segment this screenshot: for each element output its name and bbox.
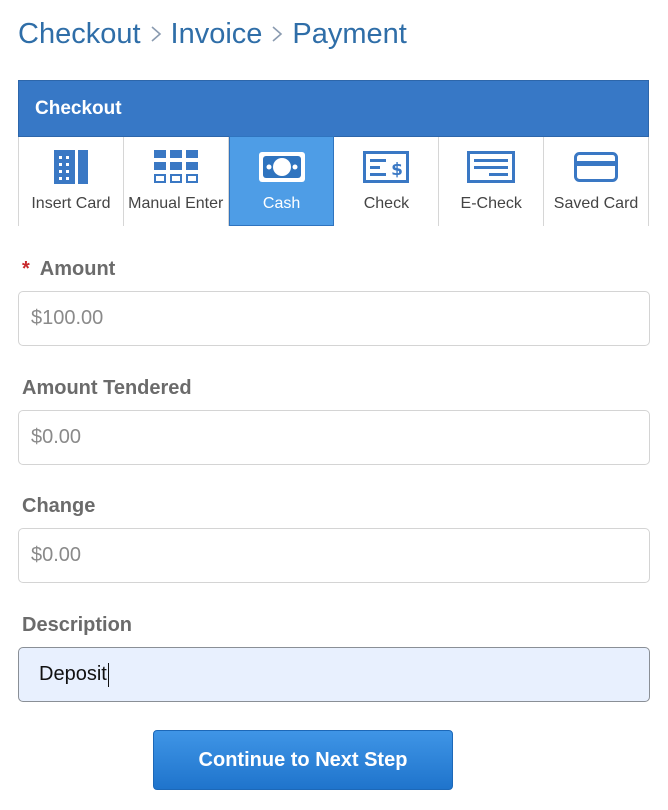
method-check[interactable]: $ Check xyxy=(334,137,440,226)
method-saved-card[interactable]: Saved Card xyxy=(544,137,648,226)
breadcrumb-checkout[interactable]: Checkout xyxy=(18,18,141,51)
continue-button[interactable]: Continue to Next Step xyxy=(153,730,453,790)
breadcrumb: Checkout Invoice Payment xyxy=(18,14,407,54)
method-manual-enter[interactable]: Manual Enter xyxy=(123,137,229,226)
breadcrumb-invoice[interactable]: Invoice xyxy=(171,18,263,51)
change-label: Change xyxy=(22,495,96,517)
method-label: Manual Enter xyxy=(128,195,224,212)
amount-field[interactable]: $100.00 xyxy=(18,291,650,346)
method-insert-card[interactable]: Insert Card xyxy=(19,137,124,226)
method-label: Check xyxy=(363,195,410,212)
amount-tendered-value: $0.00 xyxy=(31,426,82,448)
method-cash[interactable]: Cash xyxy=(228,136,335,226)
amount-label-text: Amount xyxy=(39,258,116,280)
change-value: $0.00 xyxy=(31,544,82,566)
card-reader-icon xyxy=(53,149,89,185)
checkout-panel: Checkout Insert Card Manual Enter Cash $… xyxy=(18,80,649,226)
chevron-right-icon xyxy=(141,14,171,54)
saved-card-icon xyxy=(574,149,619,185)
keypad-icon xyxy=(153,149,198,185)
description-label: Description xyxy=(22,614,133,636)
chevron-right-icon xyxy=(262,14,292,54)
amount-value: $100.00 xyxy=(31,307,104,329)
method-label: E-Check xyxy=(460,195,522,212)
method-label: Saved Card xyxy=(553,195,639,212)
change-field[interactable]: $0.00 xyxy=(18,528,650,583)
amount-tendered-label: Amount Tendered xyxy=(22,377,192,399)
amount-tendered-field[interactable]: $0.00 xyxy=(18,410,650,465)
description-value: Deposit xyxy=(39,663,107,685)
svg-text:$: $ xyxy=(391,160,403,180)
check-icon: $ xyxy=(363,149,410,185)
description-field[interactable]: Deposit xyxy=(18,647,650,702)
payment-methods: Insert Card Manual Enter Cash $ Check E-… xyxy=(19,136,648,226)
cash-icon xyxy=(258,149,306,185)
breadcrumb-payment[interactable]: Payment xyxy=(292,18,406,51)
method-e-check[interactable]: E-Check xyxy=(439,137,545,226)
text-caret xyxy=(107,662,109,687)
required-marker: * xyxy=(22,258,30,280)
amount-label: * Amount xyxy=(22,258,115,281)
method-label: Insert Card xyxy=(31,195,111,212)
panel-title: Checkout xyxy=(18,80,649,137)
e-check-icon xyxy=(467,149,516,185)
method-label: Cash xyxy=(262,195,301,212)
